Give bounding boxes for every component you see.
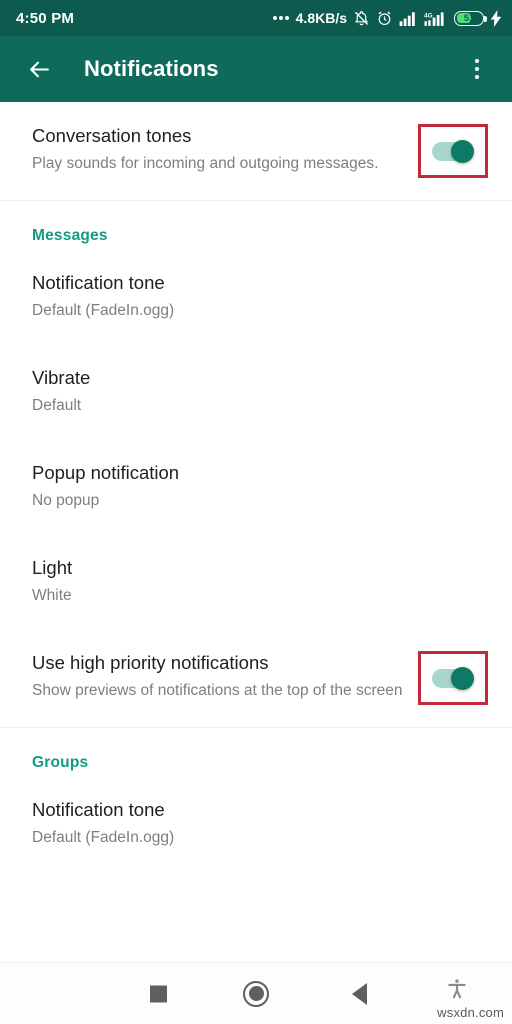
signal-4g-icon: 4G (424, 11, 444, 26)
phone-screen: 4:50 PM 4.8KB/s 4G 51 Notifications Conv… (0, 0, 512, 1024)
row-title: Conversation tones (32, 125, 192, 146)
recents-button[interactable] (150, 985, 167, 1002)
system-navigation-bar: wsxdn.com (0, 962, 512, 1024)
section-header-groups: Groups (32, 754, 89, 772)
row-title: Popup notification (32, 462, 180, 484)
row-title: Notification tone (32, 272, 165, 293)
use-high-priority-notifications-toggle[interactable] (432, 667, 474, 691)
row-text: Popup notification No popup (32, 461, 488, 512)
home-button[interactable] (243, 980, 269, 1007)
back-button[interactable] (352, 982, 367, 1005)
row-title: Notification tone (32, 799, 165, 821)
row-subtitle: Play sounds for incoming and outgoing me… (32, 155, 379, 173)
battery-percent-label: 51 (463, 12, 475, 24)
section-header-messages: Messages (32, 227, 108, 244)
conversation-tones-toggle[interactable] (432, 140, 474, 163)
row-subtitle: White (32, 587, 72, 605)
annotation-box-high-priority (418, 651, 488, 706)
setting-row-vibrate[interactable]: Vibrate Default (0, 344, 512, 439)
setting-row-popup-notification[interactable]: Popup notification No popup (0, 439, 512, 534)
back-arrow-icon[interactable] (22, 52, 56, 86)
toggle-thumb (451, 667, 474, 691)
row-text: Notification tone Default (FadeIn.ogg) (32, 271, 488, 322)
triangle-left-icon (352, 982, 367, 1005)
status-bar: 4:50 PM 4.8KB/s 4G 51 (0, 0, 512, 36)
status-clock: 4:50 PM (16, 9, 75, 27)
row-title: Light (32, 557, 73, 579)
row-title: Vibrate (32, 367, 91, 389)
setting-row-group-notification-tone[interactable]: Notification tone Default (FadeIn.ogg) (0, 776, 512, 871)
setting-row-notification-tone[interactable]: Notification tone Default (FadeIn.ogg) (0, 249, 512, 344)
settings-list: Conversation tones Play sounds for incom… (0, 102, 512, 872)
watermark-label: wsxdn.com (437, 1005, 504, 1020)
row-text: Conversation tones Play sounds for incom… (32, 124, 418, 175)
row-subtitle: Default (FadeIn.ogg) (32, 829, 175, 847)
row-subtitle: Default (32, 397, 82, 415)
status-icons: 4.8KB/s 4G 51 (272, 9, 502, 27)
overflow-dots-icon (272, 16, 289, 20)
row-text: Light White (32, 556, 488, 607)
row-subtitle: Show previews of notifications at the to… (32, 682, 403, 700)
page-title: Notifications (84, 56, 219, 81)
signal-bars-icon (399, 11, 415, 26)
row-text: Use high priority notifications Show pre… (32, 651, 418, 702)
square-icon (150, 985, 167, 1002)
battery-icon: 51 (454, 10, 487, 26)
setting-row-light[interactable]: Light White (0, 534, 512, 629)
row-text: Notification tone Default (FadeIn.ogg) (32, 798, 488, 849)
charging-bolt-icon (490, 9, 502, 27)
alarm-clock-icon (378, 10, 391, 25)
circle-icon (243, 980, 269, 1007)
accessibility-person-icon (448, 978, 466, 998)
app-bar: Notifications (0, 36, 512, 102)
toggle-thumb (451, 140, 474, 163)
more-vertical-icon[interactable] (460, 52, 494, 86)
network-speed-label: 4.8KB/s (295, 10, 347, 26)
row-text: Vibrate Default (32, 366, 488, 417)
silent-bell-icon (354, 10, 369, 25)
row-title: Use high priority notifications (32, 652, 269, 674)
row-subtitle: Default (FadeIn.ogg) (32, 302, 175, 320)
svg-text:4G: 4G (424, 12, 433, 19)
setting-row-use-high-priority-notifications[interactable]: Use high priority notifications Show pre… (0, 629, 512, 727)
setting-row-conversation-tones[interactable]: Conversation tones Play sounds for incom… (0, 102, 512, 200)
accessibility-button[interactable] (446, 978, 468, 1000)
annotation-box-conversation-tones (418, 124, 488, 178)
row-subtitle: No popup (32, 492, 100, 510)
